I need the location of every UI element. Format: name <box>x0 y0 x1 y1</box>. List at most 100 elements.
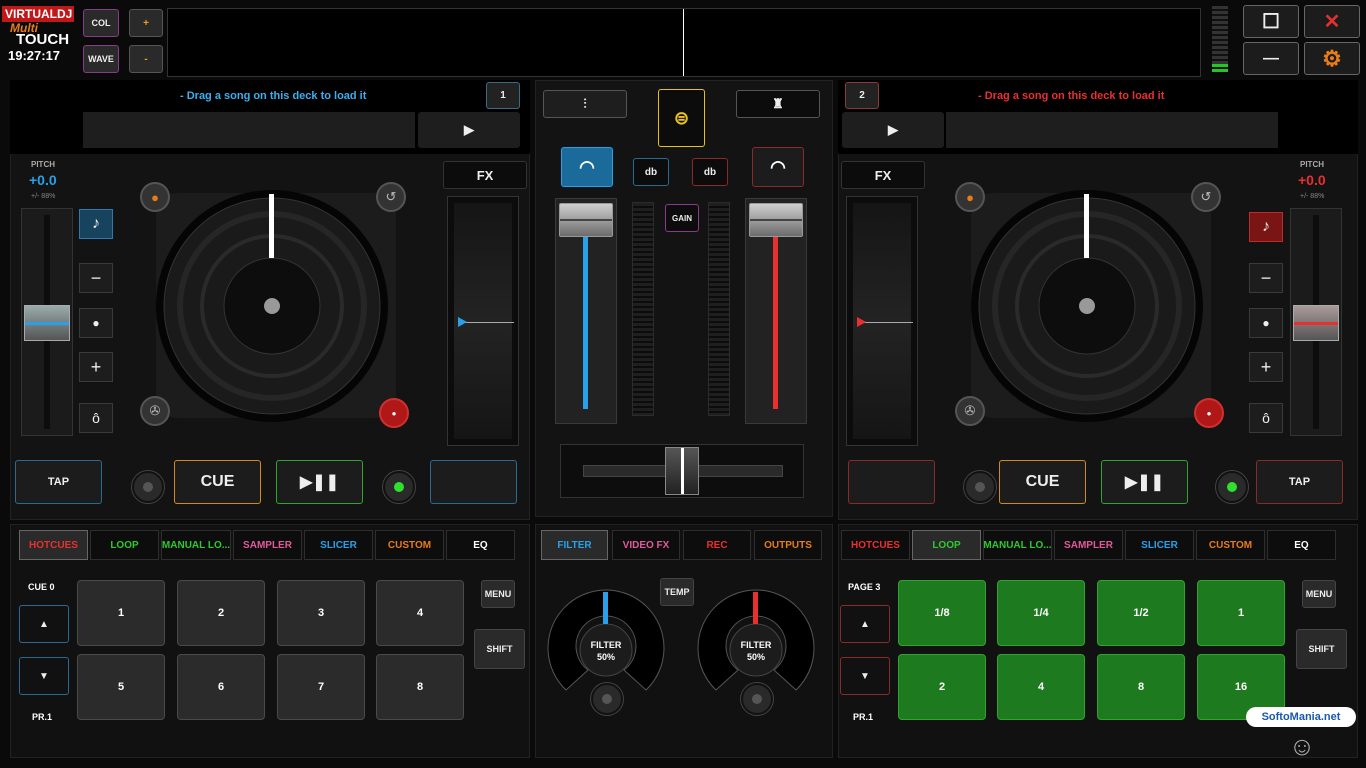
right-pad-4[interactable]: 1 <box>1197 580 1285 646</box>
right-pad-7[interactable]: 8 <box>1097 654 1185 720</box>
right-pad-6[interactable]: 4 <box>997 654 1085 720</box>
deck1-film-reel-icon[interactable]: ✇ <box>140 396 170 426</box>
right-pad-1[interactable]: 1/8 <box>898 580 986 646</box>
left-pads-up-button[interactable]: ▲ <box>19 605 69 643</box>
deck1-play-pause-button[interactable]: ▶❚❚ <box>276 460 363 504</box>
deck2-headphone-button[interactable]: ◠ <box>752 147 804 187</box>
right-tab-sampler[interactable]: SAMPLER <box>1054 530 1123 560</box>
left-pad-5[interactable]: 5 <box>77 654 165 720</box>
center-tab-outputs[interactable]: OUTPUTS <box>754 530 822 560</box>
deck1-scratch-icon[interactable]: ● <box>379 398 409 428</box>
left-tab-custom[interactable]: CUSTOM <box>375 530 444 560</box>
right-pad-3[interactable]: 1/2 <box>1097 580 1185 646</box>
right-pads-up-button[interactable]: ▲ <box>840 605 890 643</box>
right-menu-button[interactable]: MENU <box>1302 580 1336 608</box>
deck1-headphone-button[interactable]: ◠ <box>561 147 613 187</box>
deck1-load-play-button[interactable]: ▶ <box>418 112 520 148</box>
zoom-out-button[interactable]: - <box>129 45 163 73</box>
deck2-key-minus-button[interactable]: − <box>1249 263 1283 293</box>
deck2-keylock-button[interactable]: ♪ <box>1249 212 1283 242</box>
right-tab-eq[interactable]: EQ <box>1267 530 1336 560</box>
deck1-cue-point-icon[interactable]: ● <box>140 182 170 212</box>
deck1-db-button[interactable]: db <box>633 158 669 186</box>
deck1-key-plus-button[interactable]: + <box>79 352 113 382</box>
left-pads-down-button[interactable]: ▼ <box>19 657 69 695</box>
left-pad-8[interactable]: 8 <box>376 654 464 720</box>
left-pad-4[interactable]: 4 <box>376 580 464 646</box>
deck2-load-play-button[interactable]: ▶ <box>842 112 944 148</box>
mixer-eq-view-button[interactable]: ⫶ <box>543 90 627 118</box>
mixer-sampler-view-button[interactable]: ⊜ <box>658 89 705 147</box>
deck2-pitch-slider[interactable] <box>1290 208 1342 436</box>
deck1-filter-reset-button[interactable] <box>591 683 623 715</box>
right-tab-hotcues[interactable]: HOTCUES <box>841 530 910 560</box>
deck1-tap-button[interactable]: TAP <box>15 460 102 504</box>
left-tab-manual-loop[interactable]: MANUAL LO... <box>161 530 231 560</box>
left-tab-sampler[interactable]: SAMPLER <box>233 530 302 560</box>
right-pad-2[interactable]: 1/4 <box>997 580 1085 646</box>
maximize-button[interactable]: ☐ <box>1243 5 1299 38</box>
deck2-fx-slider[interactable] <box>846 196 918 446</box>
deck2-jog-wheel[interactable] <box>955 178 1227 434</box>
deck1-brake-icon[interactable]: ↺ <box>376 182 406 212</box>
deck1-play-indicator[interactable] <box>383 471 415 503</box>
minimize-button[interactable]: — <box>1243 42 1299 75</box>
deck2-tap-button[interactable]: TAP <box>1256 460 1343 504</box>
right-tab-loop[interactable]: LOOP <box>912 530 981 560</box>
deck1-sync-indicator[interactable] <box>132 471 164 503</box>
deck1-key-lock-button[interactable]: ô <box>79 403 113 433</box>
left-tab-hotcues[interactable]: HOTCUES <box>19 530 88 560</box>
deck1-keylock-button[interactable]: ♪ <box>79 209 113 239</box>
left-pad-6[interactable]: 6 <box>177 654 265 720</box>
left-pad-2[interactable]: 2 <box>177 580 265 646</box>
deck2-play-pause-button[interactable]: ▶❚❚ <box>1101 460 1188 504</box>
deck2-fx-button[interactable]: FX <box>841 161 925 189</box>
deck2-key-lock-button[interactable]: ô <box>1249 403 1283 433</box>
right-shift-button[interactable]: SHIFT <box>1296 629 1347 669</box>
right-pads-down-button[interactable]: ▼ <box>840 657 890 695</box>
right-tab-custom[interactable]: CUSTOM <box>1196 530 1265 560</box>
settings-button[interactable]: ⚙ <box>1304 42 1360 75</box>
deck2-brake-icon[interactable]: ↺ <box>1191 182 1221 212</box>
mixer-drum-view-button[interactable]: ♜ <box>736 90 820 118</box>
deck1-jog-wheel[interactable] <box>140 178 412 434</box>
center-tab-filter[interactable]: FILTER <box>541 530 608 560</box>
col-button[interactable]: COL <box>83 9 119 37</box>
wave-button[interactable]: WAVE <box>83 45 119 73</box>
deck2-volume-fader[interactable] <box>745 198 807 424</box>
zoom-in-button[interactable]: + <box>129 9 163 37</box>
deck2-sync-indicator[interactable] <box>964 471 996 503</box>
gain-button[interactable]: GAIN <box>665 204 699 232</box>
deck2-film-reel-icon[interactable]: ✇ <box>955 396 985 426</box>
deck2-play-indicator[interactable] <box>1216 471 1248 503</box>
deck1-pitch-slider[interactable] <box>21 208 73 436</box>
deck2-scratch-icon[interactable]: ● <box>1194 398 1224 428</box>
crossfader[interactable] <box>560 444 804 498</box>
deck1-cue-button[interactable]: CUE <box>174 460 261 504</box>
left-tab-slicer[interactable]: SLICER <box>304 530 373 560</box>
right-tab-manual-loop[interactable]: MANUAL LO... <box>983 530 1052 560</box>
deck1-fx-button[interactable]: FX <box>443 161 527 189</box>
deck1-sync-button[interactable] <box>430 460 517 504</box>
left-shift-button[interactable]: SHIFT <box>474 629 525 669</box>
left-pad-1[interactable]: 1 <box>77 580 165 646</box>
deck1-key-reset-button[interactable]: ● <box>79 308 113 338</box>
deck2-cue-point-icon[interactable]: ● <box>955 182 985 212</box>
deck1-fx-slider[interactable] <box>447 196 519 446</box>
center-tab-rec[interactable]: REC <box>683 530 751 560</box>
deck1-volume-fader[interactable] <box>555 198 617 424</box>
deck2-db-button[interactable]: db <box>692 158 728 186</box>
left-pad-7[interactable]: 7 <box>277 654 365 720</box>
deck2-cue-button[interactable]: CUE <box>999 460 1086 504</box>
left-pad-3[interactable]: 3 <box>277 580 365 646</box>
close-button[interactable]: ✕ <box>1304 5 1360 38</box>
right-tab-slicer[interactable]: SLICER <box>1125 530 1194 560</box>
left-tab-loop[interactable]: LOOP <box>90 530 159 560</box>
waveform-display[interactable] <box>167 8 1201 77</box>
deck1-key-minus-button[interactable]: − <box>79 263 113 293</box>
left-menu-button[interactable]: MENU <box>481 580 515 608</box>
deck2-key-plus-button[interactable]: + <box>1249 352 1283 382</box>
right-pad-5[interactable]: 2 <box>898 654 986 720</box>
left-tab-eq[interactable]: EQ <box>446 530 515 560</box>
deck2-key-reset-button[interactable]: ● <box>1249 308 1283 338</box>
